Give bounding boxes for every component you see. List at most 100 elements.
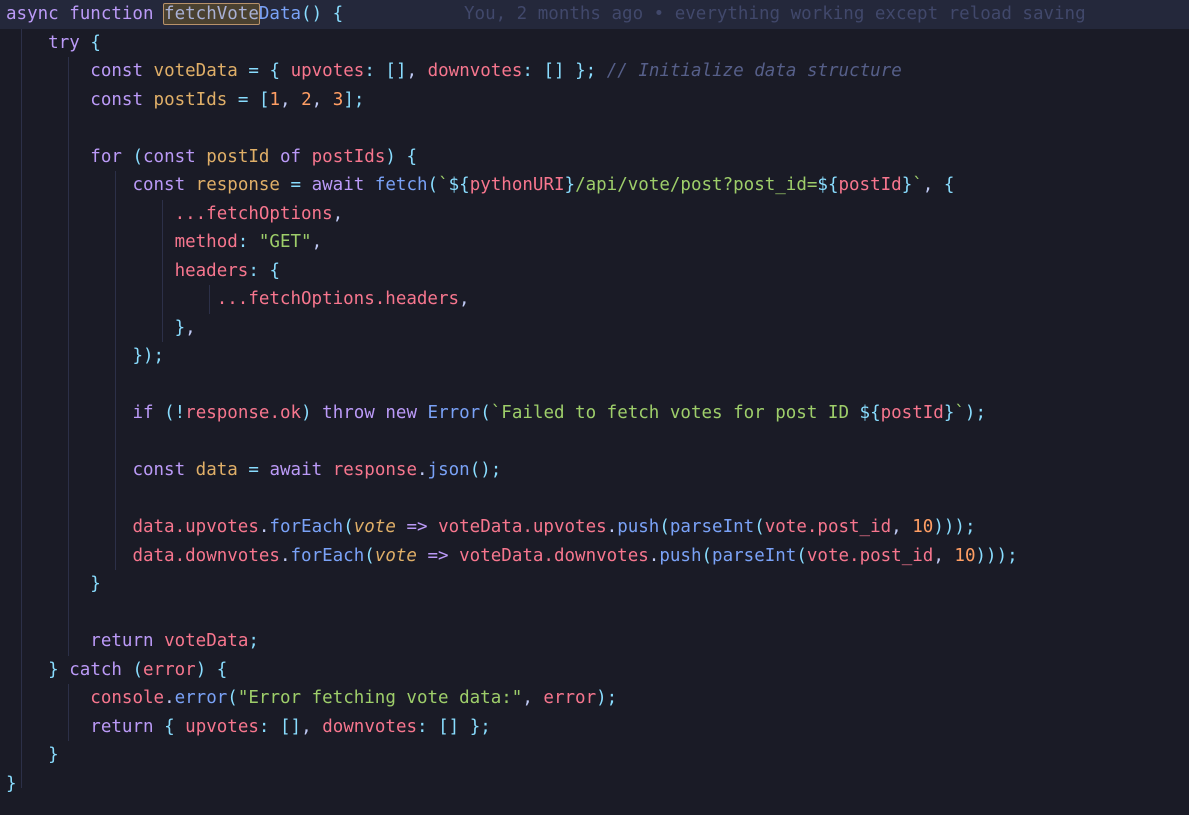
code-line[interactable]: }, [0, 313, 1189, 342]
token-punctuation: [] [543, 61, 565, 81]
token-punctuation: ( [132, 146, 143, 167]
token-keyword: const [132, 460, 186, 480]
token-function: Data [258, 4, 302, 24]
token-variable: postId [206, 146, 270, 167]
token-function: forEach [290, 545, 365, 566]
code-line[interactable]: try { [0, 28, 1189, 57]
token-keyword: return [90, 631, 154, 651]
token-punctuation: { [164, 716, 175, 737]
code-line[interactable]: return { upvotes: [], downvotes: [] }; [0, 712, 1189, 741]
indent-guide [115, 370, 116, 399]
code-line[interactable]: const voteData = { upvotes: [], downvote… [0, 57, 1189, 86]
token-keyword: const [90, 89, 143, 110]
code-line[interactable]: return voteData; [0, 627, 1189, 656]
token-string: ` [912, 175, 923, 195]
token-operator: : [522, 61, 533, 81]
token-string: ` [954, 403, 965, 423]
token-text: . [417, 460, 428, 480]
code-line[interactable] [0, 427, 1189, 456]
token-punctuation: } [90, 574, 101, 594]
indent-guide [68, 598, 69, 627]
indent-guide [21, 199, 22, 228]
code-line[interactable]: data.downvotes.forEach(vote => voteData.… [0, 541, 1189, 570]
indent-guide [21, 627, 22, 656]
code-line[interactable]: ...fetchOptions.headers, [0, 285, 1189, 314]
code-line[interactable]: } [0, 741, 1189, 770]
code-line[interactable] [0, 598, 1189, 627]
token-property: vote.post_id [764, 517, 892, 537]
token-punctuation: ) { [385, 146, 417, 167]
token-function: parseInt [669, 517, 755, 537]
indent-guide [21, 171, 22, 200]
code-line[interactable]: const postIds = [1, 2, 3]; [0, 85, 1189, 114]
indent-guide [68, 541, 69, 570]
code-line[interactable]: headers: { [0, 256, 1189, 285]
code-line[interactable] [0, 484, 1189, 513]
code-line[interactable]: method: "GET", [0, 228, 1189, 257]
token-punctuation: ( [227, 688, 238, 708]
indent-guide [115, 285, 116, 314]
token-operator: ${ [859, 403, 881, 423]
token-property: error [143, 659, 196, 680]
token-property: downvotes [322, 716, 418, 737]
token-function: fetch [374, 175, 428, 195]
code-line[interactable]: console.error("Error fetching vote data:… [0, 684, 1189, 713]
token-string: ` [438, 175, 449, 195]
token-punctuation: } [48, 659, 59, 680]
token-punctuation: { [90, 32, 101, 53]
indent-guide [68, 57, 69, 86]
token-function: Error [427, 403, 481, 423]
indent-guide [162, 199, 163, 228]
token-property: ...fetchOptions.headers [216, 289, 460, 309]
token-property: vote.post_id [806, 545, 934, 566]
token-text: . [648, 545, 660, 566]
code-content[interactable]: async function fetchVoteData() {You, 2 m… [0, 0, 1189, 798]
indent-guide [68, 456, 69, 485]
code-line[interactable]: } [0, 570, 1189, 599]
token-keyword: const [90, 61, 143, 81]
token-operator: } [943, 403, 955, 423]
token-number: 1 [269, 89, 281, 110]
token-punctuation: ( [701, 545, 713, 566]
token-punctuation: () { [301, 4, 344, 24]
code-line[interactable]: const data = await response.json(); [0, 456, 1189, 485]
code-line[interactable]: ...fetchOptions, [0, 199, 1189, 228]
indent-guide [21, 399, 22, 428]
token-punctuation: } [6, 773, 17, 794]
indent-guide [21, 655, 22, 684]
code-line[interactable]: if (!response.ok) throw new Error(`Faile… [0, 399, 1189, 428]
indent-guide [21, 712, 22, 741]
code-line[interactable]: } [0, 770, 1189, 799]
token-property: error [543, 688, 597, 708]
token-function: error [174, 688, 228, 708]
token-property: console [90, 688, 165, 708]
find-match-highlight[interactable]: fetchVote [163, 3, 260, 25]
indent-guide [162, 256, 163, 285]
token-property: upvotes [290, 61, 365, 81]
token-punctuation: ); [596, 688, 618, 708]
code-line[interactable]: }); [0, 342, 1189, 371]
token-operator: : [237, 232, 249, 252]
indent-guide [68, 142, 69, 171]
token-operator: ${ [448, 175, 470, 195]
code-line[interactable] [0, 114, 1189, 143]
code-line[interactable]: const response = await fetch(`${pythonUR… [0, 171, 1189, 200]
indent-guide [68, 85, 69, 114]
code-line[interactable]: async function fetchVoteData() {You, 2 m… [0, 0, 1189, 29]
token-function: push [659, 545, 702, 566]
code-line[interactable]: for (const postId of postIds) { [0, 142, 1189, 171]
indent-guide [68, 399, 69, 428]
code-line[interactable] [0, 370, 1189, 399]
indent-guide [21, 513, 22, 542]
code-editor[interactable]: async function fetchVoteData() {You, 2 m… [0, 0, 1189, 815]
git-blame-annotation[interactable]: You, 2 months ago • everything working e… [464, 0, 1086, 29]
token-punctuation: { [269, 61, 281, 81]
token-punctuation: ( [343, 517, 354, 537]
token-keyword: await [311, 175, 365, 195]
code-line[interactable]: data.upvotes.forEach(vote => voteData.up… [0, 513, 1189, 542]
code-line[interactable]: } catch (error) { [0, 655, 1189, 684]
token-operator: : [417, 716, 428, 737]
token-property: ...fetchOptions [174, 203, 333, 224]
indent-guide [68, 256, 69, 285]
indent-guide [68, 171, 69, 200]
